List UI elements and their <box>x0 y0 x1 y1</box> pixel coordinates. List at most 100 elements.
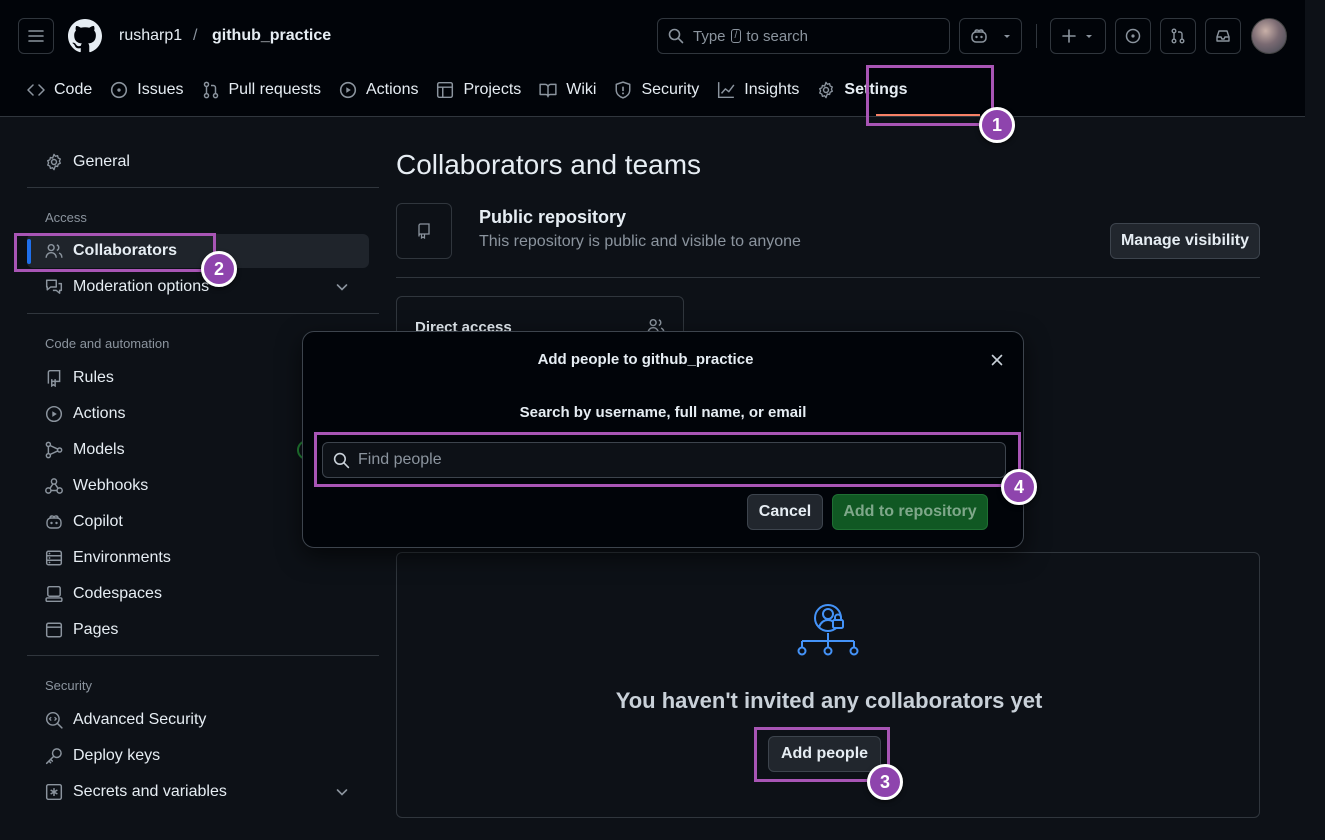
breadcrumb-owner[interactable]: rusharp1 <box>119 27 182 45</box>
step-badge-3: 3 <box>867 764 903 800</box>
tab-actions[interactable]: Actions <box>330 72 427 108</box>
main-divider <box>396 277 1260 278</box>
github-logo-icon[interactable] <box>68 19 102 53</box>
sidebar-item-label: Secrets and variables <box>73 783 227 800</box>
gear-icon <box>47 153 61 171</box>
shield-icon <box>616 81 631 99</box>
tab-issues[interactable]: Issues <box>101 72 192 108</box>
copilot-icon <box>970 29 987 43</box>
tab-label: Pull requests <box>228 81 322 98</box>
public-repository-title: Public repository <box>479 207 627 227</box>
avatar[interactable] <box>1251 18 1287 54</box>
cancel-button[interactable]: Cancel <box>747 494 823 530</box>
menu-button[interactable] <box>18 18 54 54</box>
tab-pull-requests[interactable]: Pull requests <box>193 72 331 108</box>
header-divider <box>1036 24 1037 48</box>
search-shortcut-key: / <box>730 29 742 43</box>
inbox-icon <box>1216 30 1230 42</box>
book-icon <box>539 83 557 98</box>
sidebar-item-pages[interactable]: Pages <box>27 613 369 647</box>
plus-icon <box>1062 29 1076 43</box>
sidebar-divider <box>27 313 379 314</box>
sidebar-item-label: Moderation options <box>73 278 210 295</box>
manage-visibility-button[interactable]: Manage visibility <box>1110 223 1260 259</box>
highlight-settings-tab <box>866 65 994 126</box>
tab-label: Issues <box>137 81 184 98</box>
sidebar-heading-access: Access <box>45 210 87 225</box>
sidebar-item-label: Rules <box>73 369 114 386</box>
comment-discussion-icon <box>45 279 63 294</box>
sidebar-item-codespaces[interactable]: Codespaces <box>27 577 369 611</box>
sidebar-item-deploy-keys[interactable]: Deploy keys <box>27 739 369 773</box>
highlight-find-people <box>314 432 1021 487</box>
tab-code[interactable]: Code <box>18 72 101 108</box>
sidebar-item-moderation-options[interactable]: Moderation options <box>27 270 369 304</box>
sidebar-item-label: Copilot <box>73 513 123 530</box>
graph-icon <box>718 82 735 99</box>
sidebar-item-label: General <box>73 153 130 170</box>
asterisk-icon <box>45 783 63 801</box>
sidebar-divider <box>27 655 379 656</box>
copilot-button[interactable] <box>959 18 1022 54</box>
sidebar-item-label: Webhooks <box>73 477 149 494</box>
sidebar-item-label: Pages <box>73 621 119 638</box>
search-icon <box>668 28 684 44</box>
sidebar-divider <box>27 187 379 188</box>
chevron-down-icon <box>1003 35 1010 38</box>
breadcrumb-repo[interactable]: github_practice <box>212 27 331 45</box>
search-placeholder-suffix: to search <box>746 27 809 45</box>
repo-push-icon <box>47 369 61 387</box>
sidebar-heading-code-automation: Code and automation <box>45 336 170 351</box>
sidebar-item-label: Advanced Security <box>73 711 207 728</box>
step-badge-2: 2 <box>201 251 237 287</box>
issues-button[interactable] <box>1115 18 1151 54</box>
sidebar-item-label: Deploy keys <box>73 747 161 764</box>
tab-label: Actions <box>366 81 419 98</box>
create-new-button[interactable] <box>1050 18 1106 54</box>
public-repository-description: This repository is public and visible to… <box>479 233 801 250</box>
tab-security[interactable]: Security <box>605 72 708 108</box>
code-icon <box>27 84 45 96</box>
server-icon <box>45 550 63 566</box>
search-label: Search by username, full name, or email <box>519 404 807 421</box>
sidebar-item-secrets-variables[interactable]: Secrets and variables <box>27 775 369 809</box>
tab-label: Security <box>641 81 700 98</box>
issue-icon <box>1125 28 1141 44</box>
sidebar-item-advanced-security[interactable]: Advanced Security <box>27 703 369 737</box>
pull-requests-button[interactable] <box>1160 18 1196 54</box>
tab-projects[interactable]: Projects <box>427 72 530 108</box>
chevron-down-icon <box>336 284 348 291</box>
sidebar-item-label: Models <box>73 441 125 458</box>
dialog-title: Add people to github_practice <box>537 351 754 368</box>
codespaces-icon <box>45 585 63 603</box>
tab-insights[interactable]: Insights <box>708 72 808 108</box>
add-to-repository-button[interactable]: Add to repository <box>832 494 988 530</box>
play-icon <box>339 81 357 99</box>
sidebar-item-label: Environments <box>73 549 171 566</box>
chevron-down-icon <box>336 789 348 796</box>
table-icon <box>437 81 454 99</box>
highlight-collaborators <box>14 233 216 272</box>
close-button[interactable] <box>987 350 1007 370</box>
close-icon <box>991 354 1003 366</box>
models-icon <box>45 441 63 459</box>
browser-icon <box>45 622 63 638</box>
codescan-icon <box>45 711 63 729</box>
search-input[interactable]: Type / to search <box>657 18 950 54</box>
inbox-button[interactable] <box>1205 18 1241 54</box>
repo-visibility-icon-box <box>396 203 452 259</box>
tab-label: Code <box>54 81 93 98</box>
pull-request-icon <box>203 81 218 99</box>
tab-label: Wiki <box>566 81 597 98</box>
play-icon <box>45 405 63 423</box>
sidebar-item-label: Actions <box>73 405 126 422</box>
issue-icon <box>111 81 128 99</box>
global-header: rusharp1 / github_practice Type / to sea… <box>0 0 1305 117</box>
tab-wiki[interactable]: Wiki <box>530 72 605 108</box>
copilot-icon <box>46 515 62 529</box>
sidebar-heading-security: Security <box>45 678 92 693</box>
step-badge-1: 1 <box>979 107 1015 143</box>
tab-label: Projects <box>463 81 522 98</box>
sidebar-item-general[interactable]: General <box>27 145 369 179</box>
step-badge-4: 4 <box>1001 469 1037 505</box>
